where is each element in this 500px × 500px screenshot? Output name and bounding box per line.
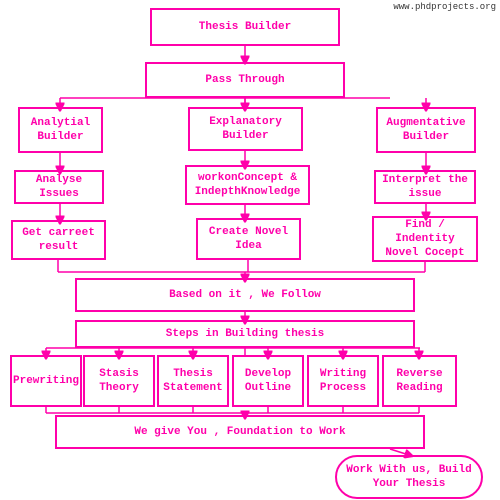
thesis-statement-box: Thesis Statement — [157, 355, 229, 407]
analytical-builder-box: Analytial Builder — [18, 107, 103, 153]
augmentative-builder-box: Augmentative Builder — [376, 107, 476, 153]
create-novel-box: Create Novel Idea — [196, 218, 301, 260]
explanatory-builder-box: Explanatory Builder — [188, 107, 303, 151]
reverse-reading-box: Reverse Reading — [382, 355, 457, 407]
thesis-builder-box: Thesis Builder — [150, 8, 340, 46]
stasis-theory-box: Stasis Theory — [83, 355, 155, 407]
find-indentity-box: Find / Indentity Novel Cocept — [372, 216, 478, 262]
interpret-issue-box: Interpret the issue — [374, 170, 476, 204]
workon-concept-box: workonConcept & IndepthKnowledge — [185, 165, 310, 205]
writing-process-box: Writing Process — [307, 355, 379, 407]
prewriting-box: Prewriting — [10, 355, 82, 407]
pass-through-box: Pass Through — [145, 62, 345, 98]
work-with-us-oval: Work With us, Build Your Thesis — [335, 455, 483, 499]
analyse-issues-box: Analyse Issues — [14, 170, 104, 204]
foundation-box: We give You , Foundation to Work — [55, 415, 425, 449]
steps-building-box: Steps in Building thesis — [75, 320, 415, 348]
develop-outline-box: Develop Outline — [232, 355, 304, 407]
based-on-it-box: Based on it , We Follow — [75, 278, 415, 312]
get-carreet-box: Get carreet result — [11, 220, 106, 260]
